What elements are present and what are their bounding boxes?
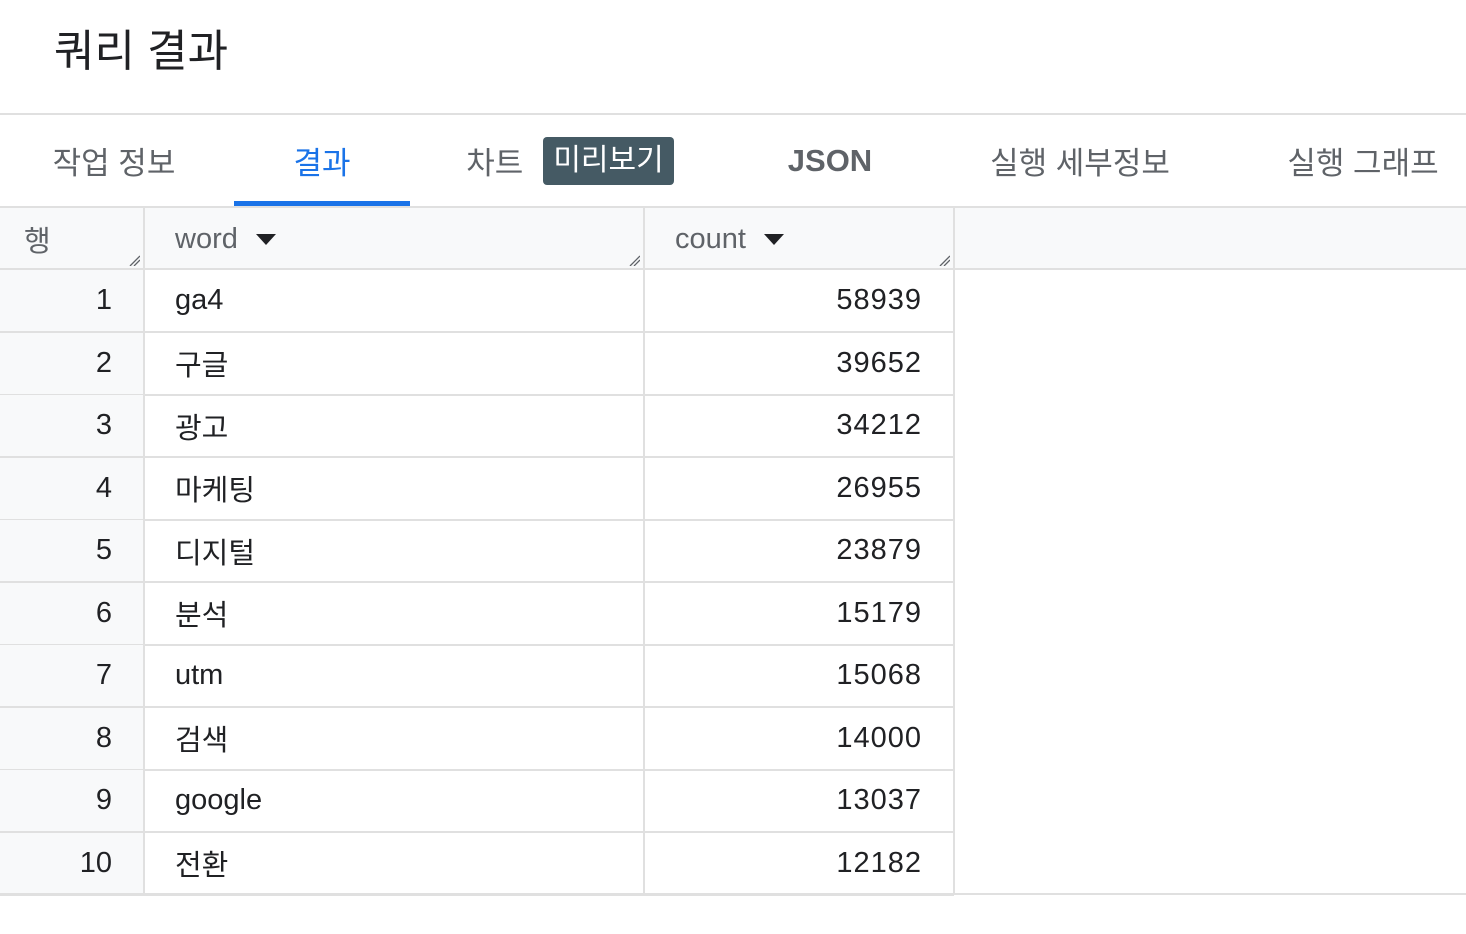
cell-count[interactable]: 34212 (644, 395, 954, 456)
tab-label: 실행 그래프 (1287, 146, 1439, 181)
cell-word[interactable]: 마케팅 (144, 458, 644, 519)
tab-execution-details[interactable]: 실행 세부정보 (970, 115, 1190, 206)
row-number: 6 (0, 582, 144, 644)
column-header-count[interactable]: count (644, 208, 954, 270)
tab-json[interactable]: JSON (760, 115, 900, 206)
cell-count[interactable]: 13037 (644, 770, 954, 831)
column-header-row: 행 (0, 208, 144, 270)
cell-count[interactable]: 23879 (644, 520, 954, 581)
caret-down-icon[interactable] (255, 233, 276, 245)
table-bottom-border (0, 893, 1466, 895)
cell-count[interactable]: 39652 (644, 333, 954, 394)
row-number: 7 (0, 645, 144, 706)
cell-count[interactable]: 58939 (644, 270, 954, 331)
row-number: 5 (0, 520, 144, 581)
caret-down-icon[interactable] (763, 233, 784, 245)
row-number: 2 (0, 332, 144, 394)
title-bar: 쿼리 결과 (0, 0, 1466, 115)
column-resize-handle[interactable] (128, 254, 140, 266)
row-number: 4 (0, 457, 144, 519)
cell-word[interactable]: google (144, 770, 644, 831)
row-number: 8 (0, 707, 144, 769)
cell-count[interactable]: 14000 (644, 708, 954, 769)
column-resize-handle[interactable] (938, 254, 950, 266)
column-header-word[interactable]: word (144, 208, 644, 270)
tab-job-info[interactable]: 작업 정보 (34, 115, 194, 206)
row-number: 9 (0, 770, 144, 831)
page-title: 쿼리 결과 (54, 27, 229, 76)
cell-word[interactable]: 검색 (144, 708, 644, 769)
tab-bar: 작업 정보 결과 차트 미리보기 JSON 실행 세부정보 실행 그래프 (0, 115, 1466, 208)
tab-label: 차트 (466, 146, 524, 181)
cell-word[interactable]: 전환 (144, 833, 644, 894)
cell-word[interactable]: 구글 (144, 333, 644, 394)
cell-word[interactable]: 광고 (144, 395, 644, 456)
tab-label: JSON (787, 142, 873, 178)
column-resize-handle[interactable] (628, 254, 640, 266)
cell-count[interactable]: 12182 (644, 833, 954, 894)
tab-execution-graph[interactable]: 실행 그래프 (1270, 115, 1456, 206)
table-header: 행 word count (0, 208, 1466, 270)
column-header-label: count (675, 222, 746, 255)
tab-label: 결과 (293, 146, 351, 181)
row-number: 1 (0, 270, 144, 331)
tab-label: 작업 정보 (52, 146, 176, 181)
column-divider (143, 208, 145, 895)
cell-word[interactable]: utm (144, 645, 644, 706)
column-divider (953, 208, 955, 895)
column-divider (643, 208, 645, 895)
cell-count[interactable]: 15068 (644, 645, 954, 706)
cell-word[interactable]: ga4 (144, 270, 644, 331)
column-header-label: word (175, 222, 238, 255)
cell-count[interactable]: 26955 (644, 458, 954, 519)
row-number: 10 (0, 832, 144, 894)
cell-count[interactable]: 15179 (644, 583, 954, 644)
tab-label: 실행 세부정보 (990, 146, 1170, 181)
tab-chart[interactable]: 차트 미리보기 (450, 115, 690, 206)
row-number: 3 (0, 395, 144, 456)
preview-badge: 미리보기 (543, 136, 674, 185)
cell-word[interactable]: 분석 (144, 583, 644, 644)
column-header-label: 행 (24, 226, 51, 258)
cell-word[interactable]: 디지털 (144, 520, 644, 581)
tab-results[interactable]: 결과 (234, 115, 410, 206)
